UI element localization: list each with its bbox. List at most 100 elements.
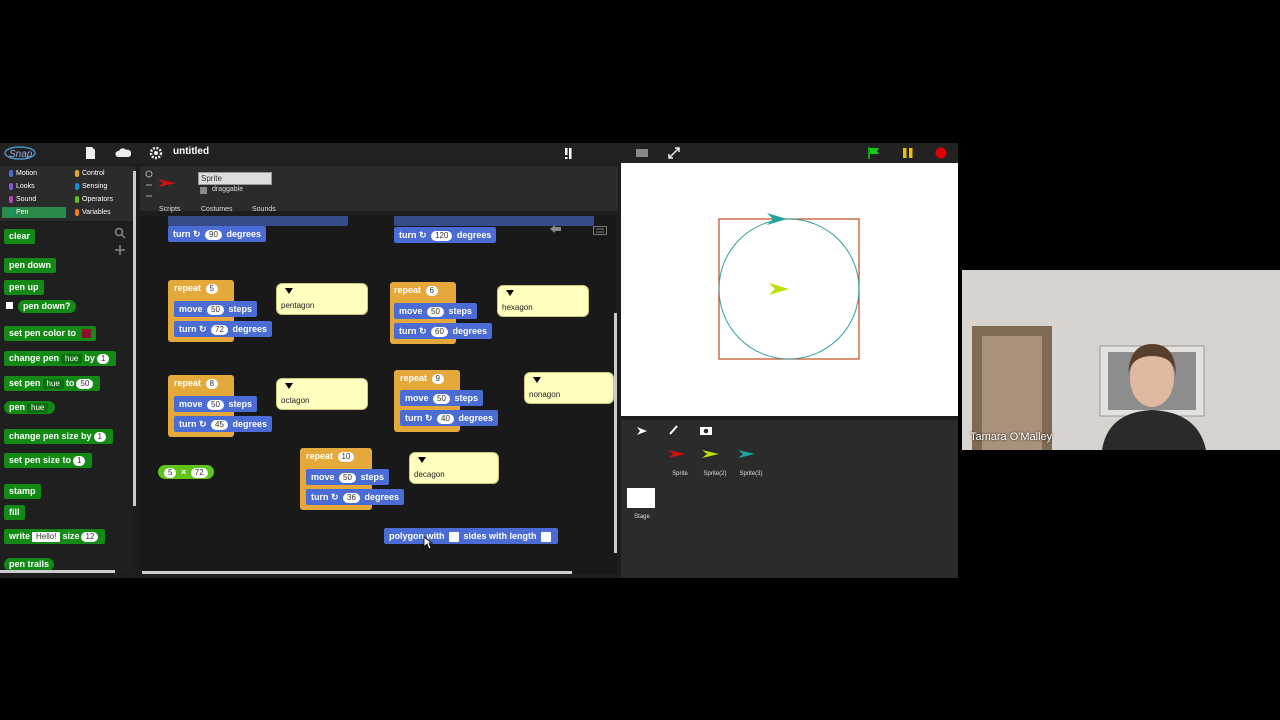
green-flag-icon[interactable] xyxy=(867,146,881,160)
change-pen-size-block[interactable]: change pen size by 1 xyxy=(4,429,113,444)
move-steps-input[interactable]: 50 xyxy=(207,304,224,315)
turn-degrees-input[interactable]: 60 xyxy=(431,326,448,337)
move-steps-input[interactable]: 50 xyxy=(427,306,444,317)
draggable-checkbox[interactable] xyxy=(200,187,207,194)
move-block[interactable]: move 50 steps xyxy=(394,303,477,319)
turn-degrees-input[interactable]: 90 xyxy=(205,229,222,240)
change-pen-size-input[interactable]: 1 xyxy=(93,431,106,442)
pen-color-swatch[interactable] xyxy=(81,329,91,339)
pen-reporter[interactable]: pen hue xyxy=(4,401,56,414)
turn-block[interactable]: turn ↻ 36 degrees xyxy=(306,489,404,505)
file-icon[interactable] xyxy=(84,146,98,160)
turn-degrees-input[interactable]: 40 xyxy=(437,413,454,424)
pen-hue-dropdown[interactable]: hue xyxy=(27,402,49,413)
move-steps-input[interactable]: 50 xyxy=(433,393,450,404)
move-block[interactable]: move 50 steps xyxy=(306,469,389,485)
category-control[interactable]: Control xyxy=(68,168,132,179)
comment-nonagon[interactable]: nonagon xyxy=(524,372,614,404)
scripts-hscrollbar[interactable] xyxy=(142,571,572,574)
palette-vscrollbar[interactable] xyxy=(133,171,136,506)
collapse-arrow-icon[interactable] xyxy=(285,288,293,294)
comment-octagon[interactable]: octagon xyxy=(276,378,368,410)
presentation-mode-icon[interactable] xyxy=(667,146,681,160)
write-block[interactable]: write Hello! size 12 xyxy=(4,529,106,544)
turn-block[interactable]: turn ↻ 40 degrees xyxy=(400,410,498,426)
stage-size-icon[interactable] xyxy=(635,146,649,160)
move-block[interactable]: move 50 steps xyxy=(174,396,257,412)
pause-icon[interactable] xyxy=(901,146,915,160)
sides-input[interactable] xyxy=(449,531,460,542)
polygon-custom-block[interactable]: polygon with sides with length xyxy=(384,528,559,544)
change-pen-block[interactable]: change pen hue by 1 xyxy=(4,351,117,366)
set-pen-block[interactable]: set pen hue to 50 xyxy=(4,376,101,391)
repeat-count-input[interactable]: 6 xyxy=(425,285,438,296)
sprite-name-field[interactable]: Sprite xyxy=(198,172,272,185)
palette-search-icon[interactable] xyxy=(114,226,126,244)
pen-down-block[interactable]: pen down xyxy=(4,258,56,273)
stop-icon[interactable] xyxy=(934,146,948,160)
pen-down-checkbox[interactable] xyxy=(6,302,13,309)
multiply-reporter[interactable]: 5 × 72 xyxy=(158,465,214,479)
scripting-area[interactable]: turn ↻ 90 degrees turn ↻ 120 degrees rep… xyxy=(140,216,617,574)
category-variables[interactable]: Variables xyxy=(68,207,132,218)
gear-icon[interactable] xyxy=(149,146,163,160)
keyboard-icon[interactable] xyxy=(593,222,607,240)
comment-pentagon[interactable]: pentagon xyxy=(276,283,368,315)
turn-block-top-left[interactable]: turn ↻ 90 degrees xyxy=(168,226,266,242)
collapse-arrow-icon[interactable] xyxy=(506,290,514,296)
paint-brush-icon[interactable] xyxy=(667,423,681,442)
category-operators[interactable]: Operators xyxy=(68,194,132,205)
sprite-thumb-1[interactable]: Sprite xyxy=(665,448,695,478)
turn-degrees-input[interactable]: 36 xyxy=(343,492,360,503)
rotate-style-icon[interactable] xyxy=(144,169,154,204)
move-steps-input[interactable]: 50 xyxy=(207,399,224,410)
pen-up-block[interactable]: pen up xyxy=(4,280,44,295)
length-input[interactable] xyxy=(541,531,552,542)
move-block[interactable]: move 50 steps xyxy=(174,301,257,317)
comment-decagon[interactable]: decagon xyxy=(409,452,499,484)
turn-block-top-right[interactable]: turn ↻ 120 degrees xyxy=(394,227,497,243)
repeat-count-input[interactable]: 9 xyxy=(431,373,444,384)
sprite2-on-stage[interactable] xyxy=(769,283,789,295)
multiply-right-input[interactable]: 72 xyxy=(190,467,208,478)
stage-thumb[interactable]: Stage xyxy=(627,488,657,528)
set-pen-hue-dropdown[interactable]: hue xyxy=(42,378,64,389)
palette-add-icon[interactable] xyxy=(114,243,126,261)
change-pen-by-input[interactable]: 1 xyxy=(96,353,110,364)
camera-icon[interactable] xyxy=(699,423,713,441)
repeat-count-input[interactable]: 5 xyxy=(205,283,218,294)
move-block-partial[interactable] xyxy=(168,216,348,226)
category-pen[interactable]: Pen xyxy=(2,207,66,218)
tab-costumes[interactable]: Costumes xyxy=(201,206,233,213)
category-sound[interactable]: Sound xyxy=(2,194,66,205)
set-pen-color-block[interactable]: set pen color to xyxy=(4,326,96,341)
set-pen-size-block[interactable]: set pen size to 1 xyxy=(4,453,93,468)
turtle-costume-icon[interactable] xyxy=(635,424,649,442)
tab-scripts[interactable]: Scripts xyxy=(159,206,180,213)
scripts-vscrollbar[interactable] xyxy=(614,313,617,553)
category-looks[interactable]: Looks xyxy=(2,181,66,192)
cloud-icon[interactable] xyxy=(115,146,132,160)
sprite-thumb-3[interactable]: Sprite(3) xyxy=(735,448,767,478)
turn-degrees-input[interactable]: 120 xyxy=(431,230,453,241)
write-text-input[interactable]: Hello! xyxy=(32,531,61,542)
set-pen-to-input[interactable]: 50 xyxy=(76,378,94,389)
turn-block[interactable]: turn ↻ 72 degrees xyxy=(174,321,272,337)
turn-degrees-input[interactable]: 72 xyxy=(211,324,228,335)
category-sensing[interactable]: Sensing xyxy=(68,181,132,192)
stamp-block[interactable]: stamp xyxy=(4,484,41,499)
stage[interactable] xyxy=(621,163,958,416)
collapse-arrow-icon[interactable] xyxy=(418,457,426,463)
category-motion[interactable]: Motion xyxy=(2,168,66,179)
move-steps-input[interactable]: 50 xyxy=(339,472,356,483)
move-block-partial-right[interactable] xyxy=(394,216,594,226)
fill-block[interactable]: fill xyxy=(4,505,25,520)
write-size-input[interactable]: 12 xyxy=(81,531,99,542)
turn-degrees-input[interactable]: 45 xyxy=(211,419,228,430)
repeat-count-input[interactable]: 8 xyxy=(205,378,218,389)
palette-scrollbar[interactable] xyxy=(0,570,115,573)
multiply-left-input[interactable]: 5 xyxy=(164,467,177,478)
comment-hexagon[interactable]: hexagon xyxy=(497,285,589,317)
sprite-thumb-2[interactable]: Sprite(2) xyxy=(699,448,731,478)
clear-block[interactable]: clear xyxy=(4,229,36,244)
